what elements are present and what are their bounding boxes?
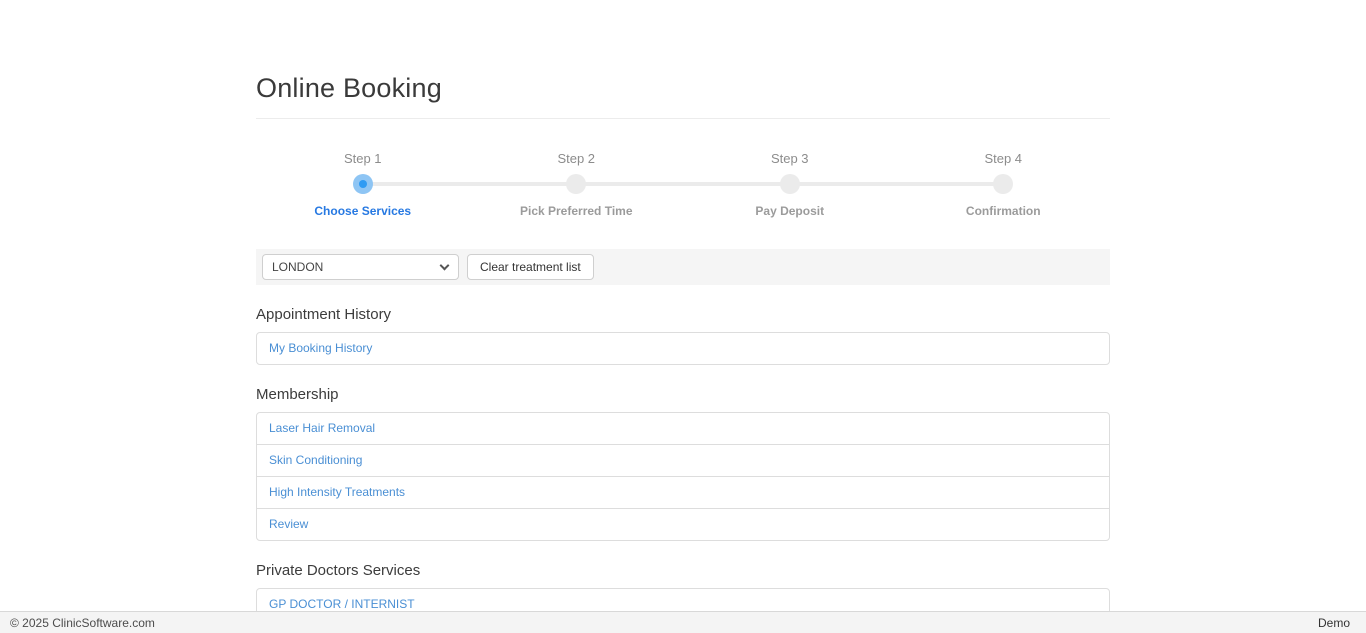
section-heading-membership: Membership — [256, 386, 1110, 404]
section-heading-appointment-history: Appointment History — [256, 306, 1110, 324]
step-label: Pay Deposit — [755, 205, 824, 217]
step-2-pick-preferred-time[interactable]: Step 2 Pick Preferred Time — [470, 152, 684, 217]
list-item-laser-hair-removal[interactable]: Laser Hair Removal — [257, 413, 1109, 444]
list-item-my-booking-history[interactable]: My Booking History — [257, 333, 1109, 364]
step-number: Step 1 — [344, 152, 382, 165]
location-select-wrap: LONDON — [262, 254, 459, 280]
step-dot-active-icon — [353, 174, 373, 194]
step-label: Pick Preferred Time — [520, 205, 633, 217]
step-number: Step 4 — [984, 152, 1022, 165]
step-dot-icon — [993, 174, 1013, 194]
step-number: Step 3 — [771, 152, 809, 165]
membership-list: Laser Hair Removal Skin Conditioning Hig… — [256, 412, 1110, 541]
list-item-review[interactable]: Review — [257, 508, 1109, 540]
footer-bar: © 2025 ClinicSoftware.com Demo — [0, 611, 1366, 633]
step-dot-icon — [566, 174, 586, 194]
booking-stepper: Step 1 Choose Services Step 2 Pick Prefe… — [256, 152, 1110, 217]
title-divider — [256, 118, 1110, 119]
section-heading-private-doctors-services: Private Doctors Services — [256, 562, 1110, 580]
list-item-skin-conditioning[interactable]: Skin Conditioning — [257, 444, 1109, 476]
list-item-high-intensity-treatments[interactable]: High Intensity Treatments — [257, 476, 1109, 508]
step-4-confirmation[interactable]: Step 4 Confirmation — [897, 152, 1111, 217]
copyright-text: © 2025 ClinicSoftware.com — [0, 616, 155, 630]
step-dot-icon — [780, 174, 800, 194]
location-select[interactable]: LONDON — [262, 254, 459, 280]
appointment-history-list: My Booking History — [256, 332, 1110, 365]
location-toolbar: LONDON Clear treatment list — [256, 249, 1110, 285]
step-1-choose-services[interactable]: Step 1 Choose Services — [256, 152, 470, 217]
step-3-pay-deposit[interactable]: Step 3 Pay Deposit — [683, 152, 897, 217]
page-title: Online Booking — [256, 72, 1110, 104]
step-label: Confirmation — [966, 205, 1041, 217]
online-booking-page: Online Booking Step 1 Choose Services St… — [256, 0, 1110, 621]
step-number: Step 2 — [557, 152, 595, 165]
demo-label: Demo — [1318, 616, 1366, 630]
clear-treatment-list-button[interactable]: Clear treatment list — [467, 254, 594, 280]
step-label: Choose Services — [314, 205, 411, 217]
